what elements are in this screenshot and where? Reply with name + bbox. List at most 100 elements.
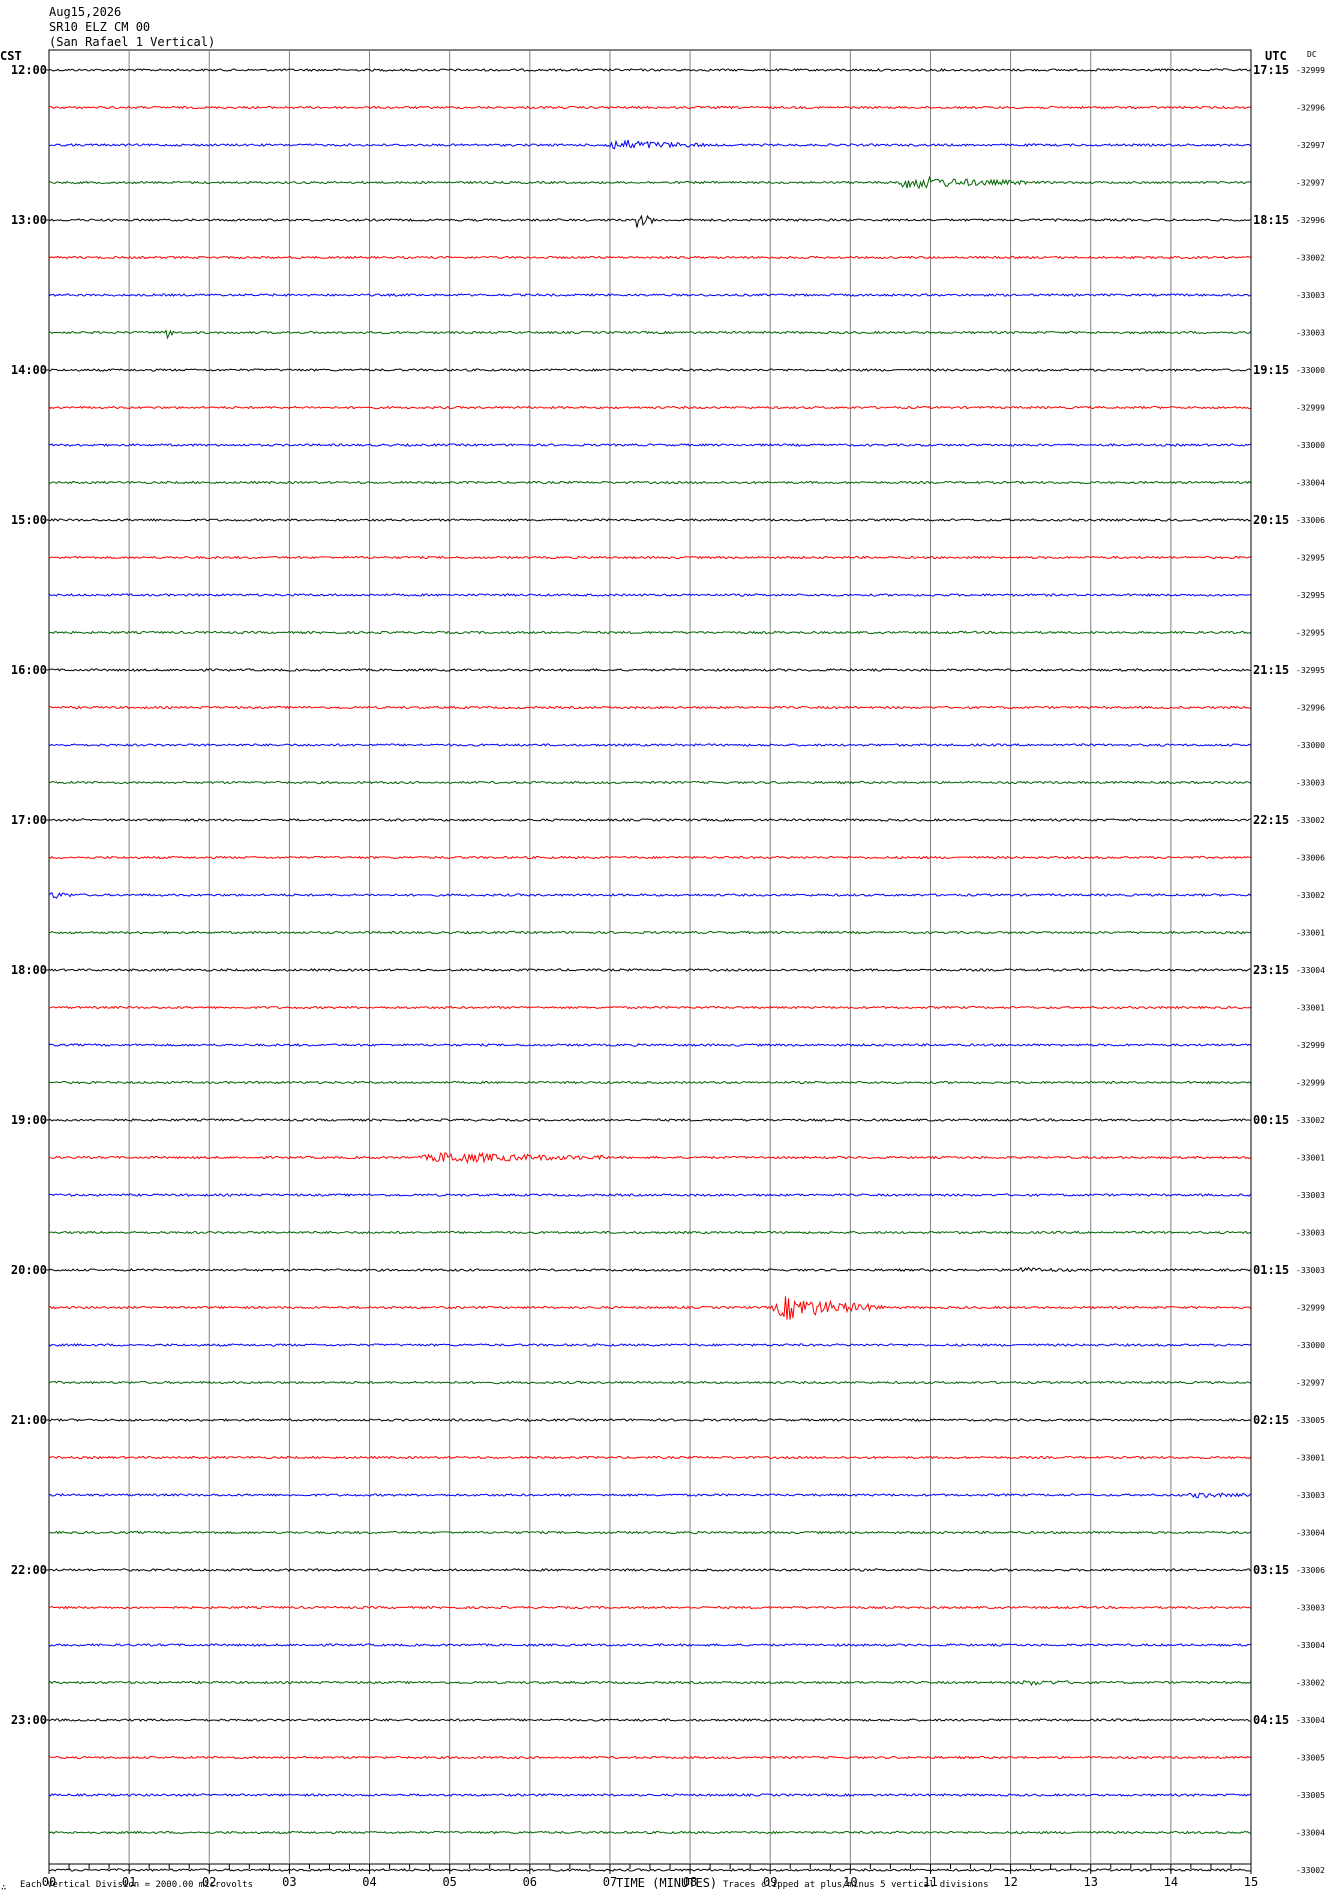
- utc-hour-label: 17:15: [1253, 63, 1289, 77]
- dc-offset-label: -33004: [1296, 966, 1325, 975]
- plot-frame: [48, 49, 1252, 1865]
- utc-hour-label: 01:15: [1253, 1263, 1289, 1277]
- utc-hour-label: 18:15: [1253, 213, 1289, 227]
- seismic-trace: [48, 968, 1251, 972]
- seismic-trace: [48, 930, 1251, 935]
- date-label: Aug15,2026: [49, 5, 121, 19]
- dc-offset-label: -32999: [1296, 1079, 1325, 1088]
- dc-offset-label: -33005: [1296, 1416, 1325, 1425]
- utc-hour-label: 00:15: [1253, 1113, 1289, 1127]
- seismogram-plot: Aug15,2026 SR10 ELZ CM 00 (San Rafael 1 …: [0, 5, 1325, 1893]
- cst-hour-label: 21:00: [11, 1413, 47, 1427]
- seismic-trace: [48, 1118, 1251, 1122]
- seismic-trace: [48, 818, 1251, 822]
- dc-offset-label: -32996: [1296, 104, 1325, 113]
- seismic-trace: [48, 405, 1251, 410]
- dc-offset-label: -32997: [1296, 141, 1325, 150]
- seismic-trace: [48, 1718, 1251, 1722]
- clip-note: Traces clipped at plus/minus 5 vertical …: [723, 1880, 989, 1890]
- dc-offset-label: -33001: [1296, 1154, 1325, 1163]
- seismic-trace: [48, 105, 1251, 110]
- cst-hour-label: 20:00: [11, 1263, 47, 1277]
- dc-offset-label: -32995: [1296, 666, 1325, 675]
- dc-offset-label: -33000: [1296, 366, 1325, 375]
- seismic-trace: [48, 1530, 1251, 1535]
- time-tick-label: 03: [282, 1875, 296, 1889]
- time-tick-label: 06: [523, 1875, 537, 1889]
- corner-mark: ∴: [1, 1883, 6, 1893]
- seismic-trace: [48, 630, 1251, 635]
- seismic-trace: [48, 1830, 1251, 1835]
- cst-hour-label: 22:00: [11, 1563, 47, 1577]
- utc-hour-label: 20:15: [1253, 513, 1289, 527]
- dc-offset-label: -33002: [1296, 254, 1325, 263]
- dc-offset-label: -33004: [1296, 1829, 1325, 1838]
- seismic-trace: [48, 175, 1251, 190]
- dc-offset-label: -33001: [1296, 1454, 1325, 1463]
- cst-hour-label: 17:00: [11, 813, 47, 827]
- dc-offset-label: -33000: [1296, 741, 1325, 750]
- dc-offset-label: -32997: [1296, 1379, 1325, 1388]
- dc-offset-label: -33003: [1296, 1491, 1325, 1500]
- dc-offset-label: -33004: [1296, 1641, 1325, 1650]
- seismic-trace: [48, 68, 1251, 72]
- seismic-trace: [48, 1643, 1251, 1647]
- seismic-trace: [48, 1492, 1251, 1499]
- utc-hour-label: 04:15: [1253, 1713, 1289, 1727]
- dc-offset-label: -33005: [1296, 1754, 1325, 1763]
- seismic-trace: [49, 518, 1251, 522]
- dc-offset-label: -33003: [1296, 1191, 1325, 1200]
- dc-offset-label: -32999: [1296, 404, 1325, 413]
- seismic-trace: [48, 1568, 1251, 1572]
- time-tick-label: 07: [603, 1875, 617, 1889]
- dc-offset-label: -32999: [1296, 66, 1325, 75]
- x-axis-title: TIME (MINUTES): [616, 1876, 717, 1890]
- seismic-trace: [48, 1793, 1251, 1797]
- seismic-trace: [48, 1296, 1251, 1320]
- seismic-trace: [48, 855, 1251, 860]
- cst-hour-label: 12:00: [11, 63, 47, 77]
- dc-offset-label: -33002: [1296, 891, 1325, 900]
- utc-hour-label: 21:15: [1253, 663, 1289, 677]
- seismic-trace: [48, 1343, 1251, 1347]
- minute-grid: [128, 50, 1172, 1864]
- seismic-trace: [48, 480, 1251, 485]
- cst-hour-label: 18:00: [11, 963, 47, 977]
- time-tick-label: 13: [1084, 1875, 1098, 1889]
- seismic-trace: [48, 1380, 1251, 1385]
- time-tick-label: 15: [1244, 1875, 1258, 1889]
- dc-offset-label: -32995: [1296, 591, 1325, 600]
- seismic-trace: [48, 780, 1251, 785]
- dc-offset-label: -33004: [1296, 1716, 1325, 1725]
- cst-labels: 12:00 13:00 14:00 15:00 16:00 17:00 18:00 19:00…: [11, 63, 49, 1727]
- seismic-trace: [48, 668, 1251, 672]
- dc-offset-label: -32999: [1296, 1041, 1325, 1050]
- dc-offset-label: -33003: [1296, 779, 1325, 788]
- dc-offset-label: -33000: [1296, 441, 1325, 450]
- dc-offset-label: -32996: [1296, 704, 1325, 713]
- dc-offset-label: -33006: [1296, 516, 1325, 525]
- dc-offset-label: -33003: [1296, 1229, 1325, 1238]
- dc-offset-label: -33003: [1296, 291, 1325, 300]
- seismic-trace: [48, 1680, 1251, 1687]
- seismic-trace: [48, 1418, 1251, 1422]
- seismic-trace: [48, 1230, 1251, 1235]
- dc-offset-label: -33003: [1296, 329, 1325, 338]
- station-label: SR10 ELZ CM 00: [49, 20, 150, 34]
- cst-hour-label: 16:00: [11, 663, 47, 677]
- dc-offset-label: -33003: [1296, 1266, 1325, 1275]
- dc-labels: -32999 -32996 -32997 -32997 -32996 -33002 -330…: [1296, 66, 1325, 1875]
- seismic-trace: [48, 329, 1251, 340]
- dc-offset-label: -32997: [1296, 179, 1325, 188]
- seismic-trace: [48, 1266, 1251, 1273]
- seismic-trace: [48, 139, 1251, 150]
- dc-offset-label: -33005: [1296, 1791, 1325, 1800]
- dc-offset-label: -33004: [1296, 1529, 1325, 1538]
- dc-offset-label: -33001: [1296, 929, 1325, 938]
- dc-offset-label: -33006: [1296, 1566, 1325, 1575]
- utc-axis-title: UTC: [1265, 49, 1287, 63]
- seismic-trace: [48, 705, 1251, 710]
- dc-offset-label: -33002: [1296, 1679, 1325, 1688]
- time-tick-label: 12: [1003, 1875, 1017, 1889]
- seismic-trace: [48, 1193, 1251, 1197]
